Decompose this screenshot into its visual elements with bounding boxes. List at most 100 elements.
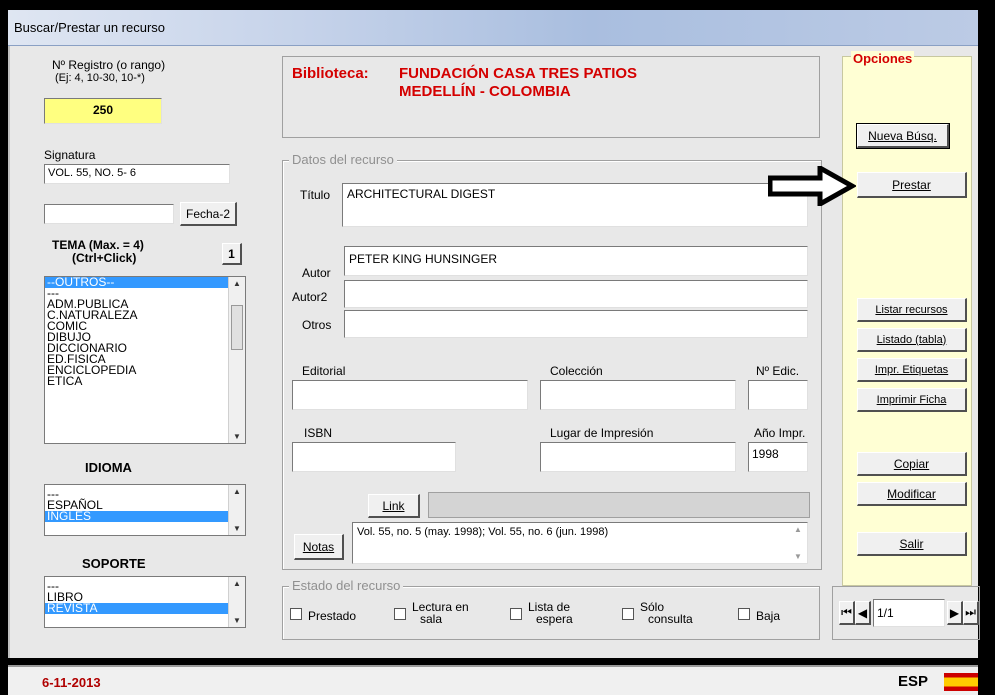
scroll-up-icon[interactable]: ▲	[794, 525, 802, 534]
scroll-down-icon[interactable]: ▼	[233, 432, 241, 441]
registro-label: Nº Registro (o rango)	[52, 58, 166, 72]
notas-input[interactable]: Vol. 55, no. 5 (may. 1998); Vol. 55, no.…	[352, 522, 808, 564]
checkbox-icon[interactable]	[738, 608, 750, 620]
list-item[interactable]: ETICA	[45, 375, 245, 387]
tema-items: --OUTROS-- --- ADM.PUBLICA C.NATURALEZA COMI…	[45, 277, 245, 387]
autor2-input[interactable]	[344, 280, 808, 308]
notas-value: Vol. 55, no. 5 (may. 1998); Vol. 55, no.…	[357, 526, 609, 538]
signatura-value: VOL. 55, NO. 5- 6	[48, 167, 137, 179]
otros-label: Otros	[302, 318, 332, 332]
registro-value: 250	[92, 103, 114, 117]
checkbox-icon[interactable]	[290, 608, 302, 620]
autor-input[interactable]: PETER KING HUNSINGER	[344, 246, 808, 276]
estado-label-line2: consulta	[648, 612, 693, 626]
tema-sublabel: (Ctrl+Click)	[72, 251, 137, 265]
soporte-label: SOPORTE	[82, 556, 146, 571]
window-titlebar: Buscar/Prestar un recurso	[8, 10, 978, 46]
signatura-label: Signatura	[44, 148, 96, 162]
editorial-label: Editorial	[302, 364, 346, 378]
isbn-input[interactable]	[292, 442, 456, 472]
checkbox-icon[interactable]	[394, 608, 406, 620]
idioma-scrollbar[interactable]: ▲ ▼	[228, 485, 245, 535]
idioma-list[interactable]: --- ESPAÑOL INGLES ▲ ▼	[44, 484, 246, 536]
anio-label: Año Impr.	[754, 426, 806, 440]
soporte-scrollbar[interactable]: ▲ ▼	[228, 577, 245, 627]
otros-input[interactable]	[344, 310, 808, 338]
tema-scrollbar[interactable]: ▲ ▼	[228, 277, 245, 443]
autor-label: Autor	[302, 266, 331, 280]
edicion-label: Nº Edic.	[756, 364, 800, 378]
tema-count-button[interactable]: 1	[222, 243, 242, 265]
checkbox-icon[interactable]	[622, 608, 634, 620]
tema-list[interactable]: --OUTROS-- --- ADM.PUBLICA C.NATURALEZA COMI…	[44, 276, 246, 444]
estado-label: Prestado	[308, 609, 357, 623]
signatura-input[interactable]: VOL. 55, NO. 5- 6	[44, 164, 230, 184]
modificar-button[interactable]: Modificar	[857, 482, 967, 506]
scroll-down-icon[interactable]: ▼	[233, 524, 241, 533]
nueva-busqueda-button[interactable]: Nueva Búsq.	[856, 123, 950, 149]
titulo-input[interactable]: ARCHITECTURAL DIGEST	[342, 183, 808, 227]
registro-input[interactable]: 250	[44, 98, 162, 124]
estado-label-line2: sala	[420, 612, 443, 626]
arrow-right-icon	[768, 166, 856, 206]
record-position[interactable]: 1/1	[873, 599, 945, 627]
coleccion-input[interactable]	[540, 380, 736, 410]
copiar-button[interactable]: Copiar	[857, 452, 967, 476]
idioma-items: --- ESPAÑOL INGLES	[45, 485, 245, 522]
link-button[interactable]: Link	[368, 494, 420, 518]
library-name: FUNDACIÓN CASA TRES PATIOS	[399, 65, 638, 82]
editorial-input[interactable]	[292, 380, 528, 410]
last-record-icon[interactable]: ⏭	[963, 601, 979, 625]
edicion-input[interactable]	[748, 380, 808, 410]
salir-button[interactable]: Salir	[857, 532, 967, 556]
spain-flag-icon	[944, 673, 978, 691]
list-item[interactable]: INGLES	[45, 510, 245, 522]
scroll-down-icon[interactable]: ▼	[233, 616, 241, 625]
library-prefix: Biblioteca:	[292, 65, 369, 82]
notas-scrollbar[interactable]: ▲ ▼	[790, 523, 807, 563]
imprimir-etiquetas-button[interactable]: Impr. Etiquetas	[857, 358, 967, 382]
next-record-icon[interactable]: ▶	[947, 601, 963, 625]
lugar-input[interactable]	[540, 442, 736, 472]
library-city: MEDELLÍN - COLOMBIA	[399, 83, 571, 100]
titulo-label: Título	[300, 188, 331, 202]
main-window: Nº Registro (o rango) (Ej: 4, 10-30, 10-…	[8, 46, 980, 658]
window-title: Buscar/Prestar un recurso	[14, 20, 166, 35]
estado-group-label: Estado del recurso	[289, 578, 404, 593]
estado-label-line2: espera	[536, 612, 573, 626]
fecha2-button[interactable]: Fecha-2	[180, 202, 237, 226]
soporte-list[interactable]: --- LIBRO REVISTA ▲ ▼	[44, 576, 246, 628]
link-input[interactable]	[428, 492, 810, 518]
list-item[interactable]: REVISTA	[45, 602, 245, 614]
scroll-up-icon[interactable]: ▲	[233, 487, 241, 496]
autor-value: PETER KING HUNSINGER	[349, 252, 498, 266]
anio-input[interactable]: 1998	[748, 442, 808, 472]
record-navigator: ⏮ ◀ 1/1 ▶ ⏭	[832, 586, 980, 640]
scroll-thumb[interactable]	[231, 305, 243, 350]
anio-value: 1998	[752, 447, 779, 461]
library-panel: Biblioteca: FUNDACIÓN CASA TRES PATIOS M…	[282, 56, 820, 138]
imprimir-ficha-button[interactable]: Imprimir Ficha	[857, 388, 967, 412]
notas-button[interactable]: Notas	[294, 534, 344, 560]
titulo-value: ARCHITECTURAL DIGEST	[347, 187, 496, 201]
autor2-label: Autor2	[292, 290, 328, 304]
tema-label: TEMA (Max. = 4)	[52, 238, 144, 252]
estado-label: Baja	[756, 609, 781, 623]
idioma-label: IDIOMA	[85, 460, 132, 475]
coleccion-label: Colección	[550, 364, 603, 378]
record-position-value: 1/1	[877, 606, 894, 620]
checkbox-icon[interactable]	[510, 608, 522, 620]
listado-tabla-button[interactable]: Listado (tabla)	[857, 328, 967, 352]
listar-recursos-button[interactable]: Listar recursos	[857, 298, 967, 322]
prev-record-icon[interactable]: ◀	[855, 601, 871, 625]
registro-hint: (Ej: 4, 10-30, 10-*)	[55, 72, 145, 84]
prestar-button[interactable]: Prestar	[857, 172, 967, 198]
fecha2-input[interactable]	[44, 204, 174, 224]
first-record-icon[interactable]: ⏮	[839, 601, 855, 625]
scroll-up-icon[interactable]: ▲	[233, 279, 241, 288]
isbn-label: ISBN	[304, 426, 333, 440]
status-bar: 6-11-2013 ESP	[8, 665, 978, 695]
list-item[interactable]: --OUTROS--	[45, 277, 245, 288]
scroll-down-icon[interactable]: ▼	[794, 552, 802, 561]
scroll-up-icon[interactable]: ▲	[233, 579, 241, 588]
